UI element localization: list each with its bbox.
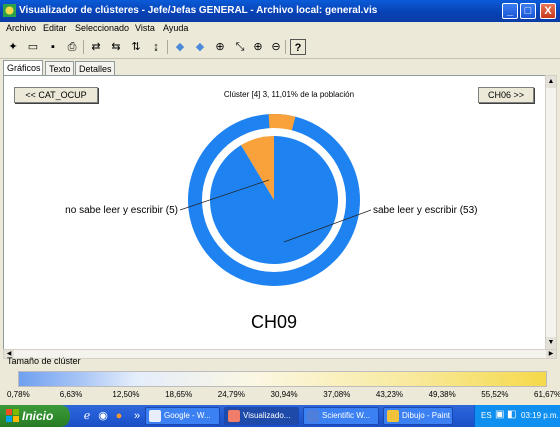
network-icon[interactable]: ▣ <box>495 409 504 420</box>
windows-flag-icon <box>6 409 19 422</box>
open-icon[interactable]: ▭ <box>25 39 41 55</box>
vertical-scrollbar[interactable]: ▲ ▼ <box>545 75 557 350</box>
scroll-down-icon[interactable]: ▼ <box>546 337 556 349</box>
menu-editar[interactable]: Editar <box>43 23 67 33</box>
firefox-icon[interactable]: ● <box>112 408 126 424</box>
app-icon <box>3 4 16 17</box>
taskbar: Inicio ℯ ◉ ● » Google - W... Visualizado.… <box>0 405 560 427</box>
scroll-up-icon[interactable]: ▲ <box>546 76 556 88</box>
horizontal-scrollbar[interactable]: ◀ ▶ <box>3 349 557 359</box>
pie-slice-sabe[interactable] <box>210 136 338 264</box>
taskbar-item[interactable]: Dibujo - Paint <box>383 407 453 425</box>
language-indicator[interactable]: ES <box>481 411 492 420</box>
pie-label-no-sabe: no sabe leer y escribir (5) <box>65 205 178 216</box>
select-icon[interactable]: ⤡ <box>232 39 248 55</box>
size-tick-label: 24,79% <box>217 390 245 399</box>
size-tick-label: 18,65% <box>165 390 193 399</box>
help-icon[interactable]: ? <box>290 39 306 55</box>
cluster-size-gradient <box>18 371 547 387</box>
toolbar: ✦ ▭ ▪ ⎙ ⇄ ⇆ ⇅ ↨ ◆ ◆ ⊕ ⤡ ⊕ ⊖ ? <box>0 36 560 59</box>
cluster-size-label: Tamaño de clúster <box>7 356 81 366</box>
tab-texto[interactable]: Texto <box>45 61 74 75</box>
size-tick-label: 61,67% <box>534 390 560 399</box>
toolbar-separator <box>83 40 84 54</box>
size-tick-label: 30,94% <box>270 390 298 399</box>
task-app-icon <box>387 410 399 422</box>
tab-detalles[interactable]: Detalles <box>75 61 115 75</box>
task-app-icon <box>307 410 319 422</box>
window-title: Visualizador de clústeres - Jefe/Jefas G… <box>19 5 378 16</box>
scroll-right-icon[interactable]: ▶ <box>546 350 556 358</box>
chart-title: CH09 <box>251 312 297 332</box>
size-tick-label: 0,78% <box>7 390 30 399</box>
outlook-icon[interactable]: ◉ <box>96 408 110 424</box>
task-app-icon <box>149 410 161 422</box>
binoculars-icon[interactable]: ⊕ <box>212 39 228 55</box>
taskbar-item-label: Google - W... <box>164 411 211 420</box>
menu-ayuda[interactable]: Ayuda <box>163 23 188 33</box>
arrow-left-icon[interactable]: ◆ <box>172 39 188 55</box>
start-button[interactable]: Inicio <box>0 405 70 427</box>
ie-icon[interactable]: ℯ <box>80 408 94 424</box>
taskbar-item[interactable]: Visualizado... <box>224 407 299 425</box>
pie-chart: no sabe leer y escribir (5) sabe leer y e… <box>65 114 477 332</box>
title-bar: Visualizador de clústeres - Jefe/Jefas G… <box>0 0 560 22</box>
sort-alt-icon[interactable]: ↨ <box>148 39 164 55</box>
new-icon[interactable]: ✦ <box>5 39 21 55</box>
size-tick-label: 12,50% <box>112 390 140 399</box>
taskbar-item-label: Visualizado... <box>243 411 291 420</box>
system-tray: ES ▣ ◧ 03:19 p.m. <box>474 405 560 427</box>
close-button[interactable]: X <box>540 3 556 19</box>
maximize-button[interactable]: □ <box>520 3 536 19</box>
more-quicklaunch[interactable]: » <box>130 408 144 424</box>
size-tick-label: 37,08% <box>323 390 351 399</box>
cluster-size-ticks: 0,78% 6,63% 12,50% 18,65% 24,79% 30,94% 37,08%… <box>0 390 560 400</box>
arrow-right-icon[interactable]: ◆ <box>192 39 208 55</box>
taskbar-item-label: Dibujo - Paint <box>402 411 451 420</box>
minimize-button[interactable]: _ <box>502 3 518 19</box>
taskbar-item-label: Scientific W... <box>322 411 371 420</box>
taskbar-item[interactable]: Google - W... <box>145 407 220 425</box>
save-icon[interactable]: ▪ <box>45 39 61 55</box>
task-app-icon <box>228 410 240 422</box>
zoom-out-icon[interactable]: ⊖ <box>268 39 284 55</box>
tab-graficos[interactable]: Gráficos <box>3 60 43 76</box>
swap-icon[interactable]: ⇄ <box>88 39 104 55</box>
toolbar-separator <box>167 40 168 54</box>
menu-seleccionado[interactable]: Seleccionado <box>75 23 129 33</box>
clock: 03:19 p.m. <box>521 411 559 420</box>
volume-icon[interactable]: ◧ <box>507 409 516 420</box>
size-tick-label: 43,23% <box>375 390 404 399</box>
start-label: Inicio <box>22 409 54 423</box>
pie-label-sabe: sabe leer y escribir (53) <box>373 205 477 216</box>
size-tick-label: 49,38% <box>428 390 456 399</box>
menu-bar: Archivo Editar Seleccionado Vista Ayuda <box>0 22 560 36</box>
zoom-in-icon[interactable]: ⊕ <box>250 39 266 55</box>
size-tick-label: 55,52% <box>481 390 509 399</box>
menu-archivo[interactable]: Archivo <box>6 23 36 33</box>
menu-vista[interactable]: Vista <box>135 23 155 33</box>
size-tick-label: 6,63% <box>59 390 83 399</box>
taskbar-item[interactable]: Scientific W... <box>303 407 379 425</box>
graphics-panel: << CAT_OCUP CH06 >> Clúster [4] 3, 11,01… <box>3 75 546 350</box>
toolbar-separator <box>285 40 286 54</box>
swap-alt-icon[interactable]: ⇆ <box>108 39 124 55</box>
sort-icon[interactable]: ⇅ <box>128 39 144 55</box>
print-icon[interactable]: ⎙ <box>64 39 80 55</box>
